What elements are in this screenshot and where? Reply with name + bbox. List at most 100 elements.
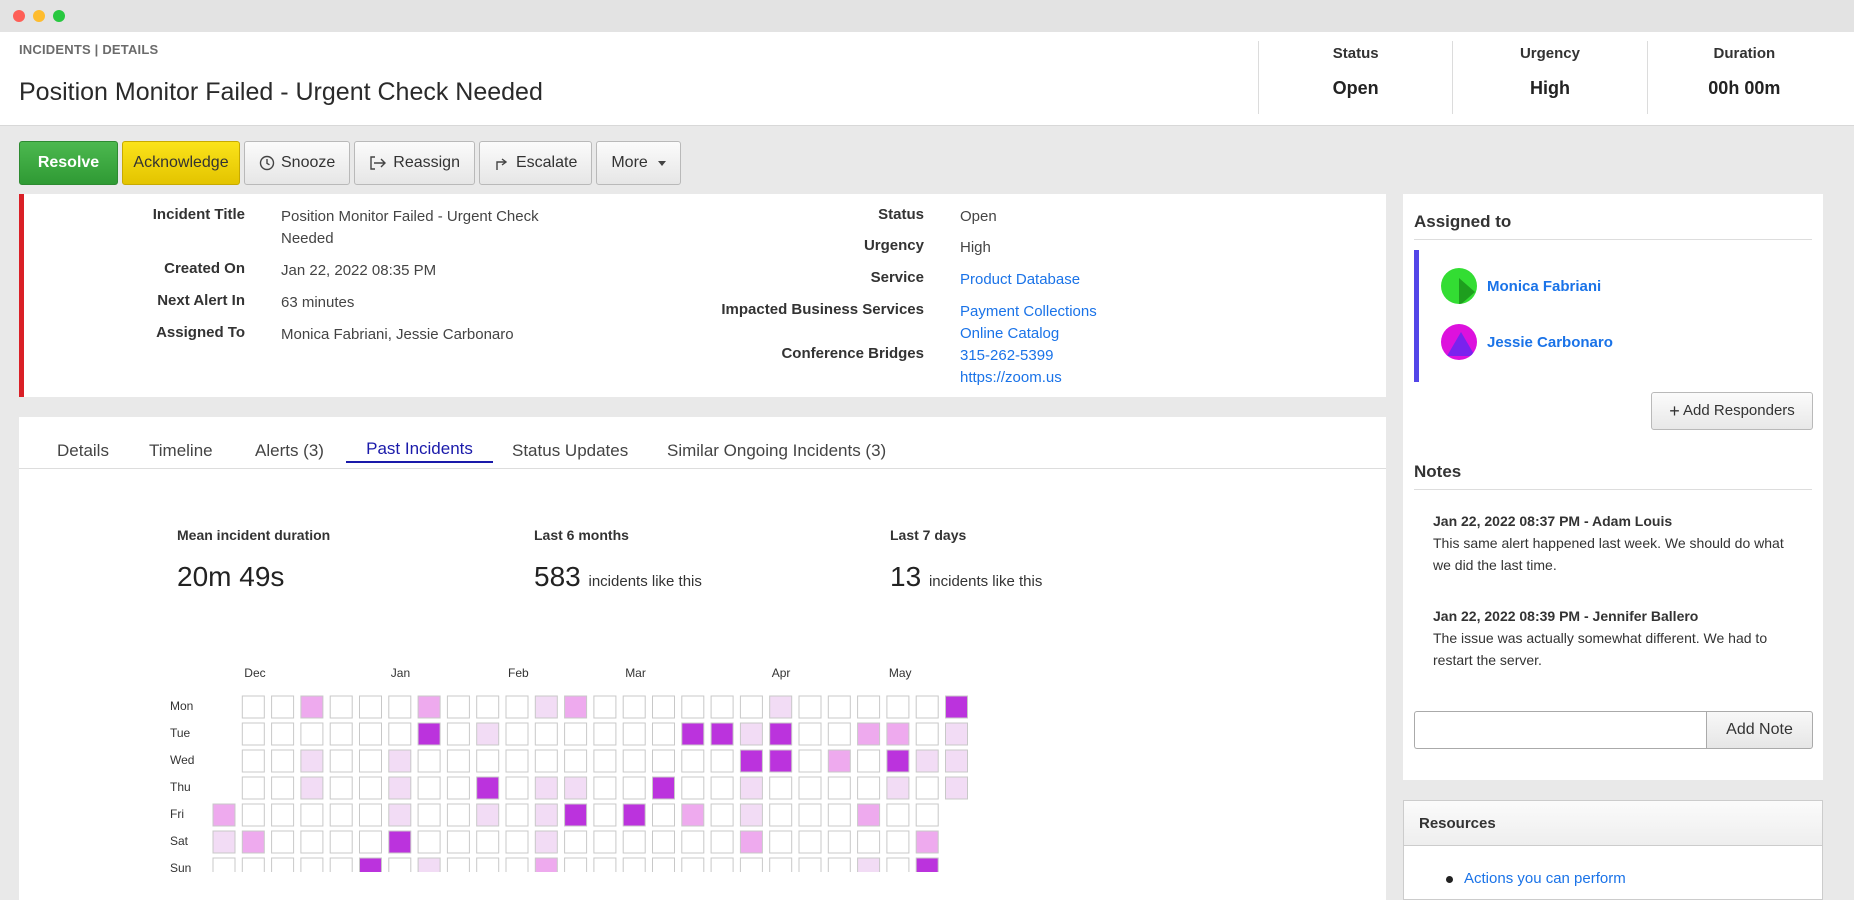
heatmap-cell[interactable] [798,749,822,773]
heatmap-cell[interactable] [857,857,881,872]
heatmap-cell[interactable] [241,749,265,773]
heatmap-cell[interactable] [915,857,939,872]
heatmap-cell[interactable] [271,722,295,746]
heatmap-cell[interactable] [798,803,822,827]
heatmap-cell[interactable] [329,749,353,773]
heatmap-cell[interactable] [359,695,382,719]
heatmap-cell[interactable] [798,830,822,854]
heatmap-cell[interactable] [593,776,617,800]
heatmap-cell[interactable] [388,830,412,854]
heatmap-cell[interactable] [593,695,617,719]
heatmap-cell[interactable] [769,749,793,773]
heatmap-cell[interactable] [476,803,500,827]
heatmap-cell[interactable] [710,722,734,746]
heatmap-cell[interactable] [739,803,763,827]
heatmap-cell[interactable] [593,857,617,872]
heatmap-cell[interactable] [857,830,881,854]
heatmap-cell[interactable] [798,722,822,746]
heatmap-cell[interactable] [300,830,324,854]
reassign-button[interactable]: Reassign [354,141,475,185]
heatmap-cell[interactable] [827,749,851,773]
heatmap-cell[interactable] [622,857,646,872]
heatmap-cell[interactable] [446,695,470,719]
heatmap-cell[interactable] [915,749,939,773]
heatmap-cell[interactable] [564,695,588,719]
heatmap-cell[interactable] [769,776,793,800]
heatmap-cell[interactable] [212,830,236,854]
heatmap-cell[interactable] [417,857,441,872]
heatmap-cell[interactable] [476,776,500,800]
heatmap-cell[interactable] [593,803,617,827]
heatmap-cell[interactable] [388,857,412,872]
heatmap-cell[interactable] [652,749,675,773]
tab-timeline[interactable]: Timeline [149,441,213,461]
heatmap-cell[interactable] [329,857,353,872]
heatmap-cell[interactable] [739,776,763,800]
acknowledge-button[interactable]: Acknowledge [122,141,240,185]
heatmap-cell[interactable] [534,857,558,872]
heatmap-cell[interactable] [915,803,939,827]
heatmap-cell[interactable] [827,830,851,854]
heatmap-cell[interactable] [534,695,558,719]
heatmap-cell[interactable] [241,803,265,827]
add-note-button[interactable]: Add Note [1706,711,1813,749]
heatmap-cell[interactable] [622,830,646,854]
heatmap-cell[interactable] [652,695,675,719]
heatmap-cell[interactable] [857,695,881,719]
heatmap-cell[interactable] [300,722,324,746]
heatmap-cell[interactable] [739,830,763,854]
heatmap-cell[interactable] [446,830,470,854]
heatmap-cell[interactable] [446,776,470,800]
heatmap-cell[interactable] [417,722,441,746]
heatmap-cell[interactable] [710,803,734,827]
heatmap-cell[interactable] [359,749,382,773]
heatmap-cell[interactable] [212,857,236,872]
heatmap-cell[interactable] [359,776,382,800]
heatmap-cell[interactable] [681,857,705,872]
heatmap-cell[interactable] [710,695,734,719]
heatmap-cell[interactable] [798,695,822,719]
heatmap-cell[interactable] [359,722,382,746]
conference-bridge-link[interactable]: https://zoom.us [960,367,1062,389]
heatmap-cell[interactable] [886,803,910,827]
heatmap-cell[interactable] [857,776,881,800]
heatmap-cell[interactable] [945,695,968,719]
heatmap-cell[interactable] [476,857,500,872]
heatmap-cell[interactable] [300,776,324,800]
heatmap-cell[interactable] [652,776,675,800]
heatmap-cell[interactable] [886,722,910,746]
heatmap-cell[interactable] [769,857,793,872]
heatmap-cell[interactable] [739,749,763,773]
heatmap-cell[interactable] [769,695,793,719]
heatmap-cell[interactable] [300,803,324,827]
heatmap-cell[interactable] [505,722,529,746]
heatmap-cell[interactable] [271,695,295,719]
heatmap-cell[interactable] [329,830,353,854]
heatmap-cell[interactable] [681,722,705,746]
heatmap-cell[interactable] [886,776,910,800]
heatmap-cell[interactable] [827,803,851,827]
heatmap-cell[interactable] [564,776,588,800]
heatmap-cell[interactable] [417,695,441,719]
heatmap-cell[interactable] [739,857,763,872]
heatmap-cell[interactable] [271,749,295,773]
heatmap-cell[interactable] [710,776,734,800]
heatmap-cell[interactable] [622,803,646,827]
assignee-item[interactable]: Jessie Carbonaro [1441,324,1613,360]
heatmap-cell[interactable] [564,722,588,746]
heatmap-cell[interactable] [388,749,412,773]
heatmap-cell[interactable] [652,803,675,827]
heatmap-cell[interactable] [827,857,851,872]
heatmap-cell[interactable] [359,803,382,827]
heatmap-cell[interactable] [739,695,763,719]
heatmap-cell[interactable] [622,695,646,719]
heatmap-cell[interactable] [271,803,295,827]
heatmap-cell[interactable] [769,830,793,854]
resource-link[interactable]: Actions you can perform [1464,870,1626,887]
heatmap-cell[interactable] [593,830,617,854]
tab-status-updates[interactable]: Status Updates [512,441,628,461]
heatmap-cell[interactable] [534,830,558,854]
heatmap-cell[interactable] [241,722,265,746]
heatmap-cell[interactable] [271,830,295,854]
service-link[interactable]: Product Database [960,269,1080,291]
